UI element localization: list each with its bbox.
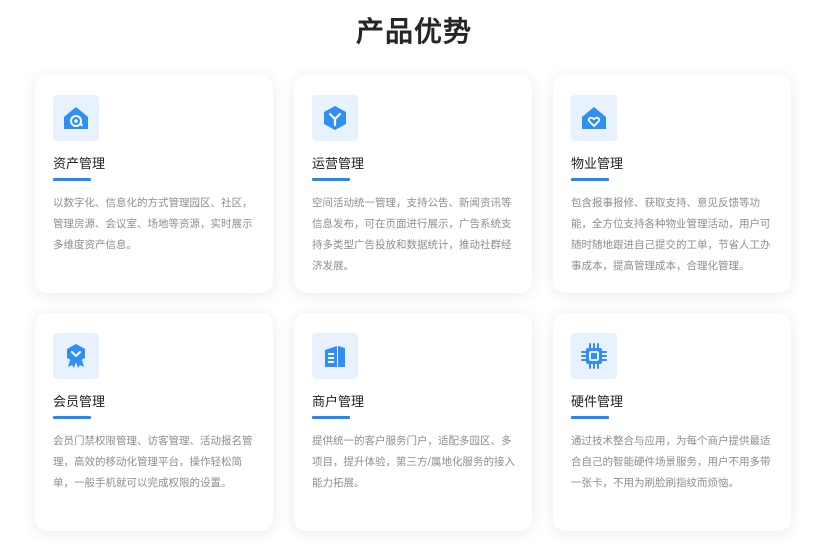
card-description: 会员门禁权限管理、访客管理、活动报名管理，高效的移动化管理平台，操作轻松简单，一… [53, 435, 253, 489]
card-title: 硬件管理 [571, 395, 624, 410]
card-title: 运营管理 [312, 157, 365, 172]
card-merchant-management[interactable]: 商户管理 提供统一的客户服务门户，适配多园区、多项目，提升体验，第三方/属地化服… [294, 313, 532, 531]
card-hardware-management[interactable]: 硬件管理 通过技术整合与应用，为每个商户提供最适合自己的智能硬件场景服务，用户不… [553, 313, 791, 531]
card-title: 会员管理 [53, 395, 106, 410]
member-badge-icon [53, 333, 99, 379]
asset-home-icon [53, 95, 99, 141]
card-description: 通过技术整合与应用，为每个商户提供最适合自己的智能硬件场景服务，用户不用多带一张… [571, 435, 771, 489]
card-description: 以数字化、信息化的方式管理园区、社区，管理房源、会议室、场地等资源，实时展示多维… [53, 197, 253, 251]
card-member-management[interactable]: 会员管理 会员门禁权限管理、访客管理、活动报名管理，高效的移动化管理平台，操作轻… [35, 313, 273, 531]
card-operation-management[interactable]: 运营管理 空间活动统一管理，支持公告、新闻资讯等信息发布，可在页面进行展示，广告… [294, 75, 532, 293]
title-underline [571, 178, 609, 181]
card-description: 包含报事报修、获取支持、意见反馈等功能，全方位支持各种物业管理活动，用户可随时随… [571, 197, 771, 272]
page-title: 产品优势 [355, 15, 472, 48]
title-underline [571, 416, 609, 419]
title-underline [53, 178, 91, 181]
card-description: 空间活动统一管理，支持公告、新闻资讯等信息发布，可在页面进行展示，广告系统支持多… [312, 197, 512, 272]
card-description: 提供统一的客户服务门户，适配多园区、多项目，提升体验，第三方/属地化服务的接入能… [312, 435, 516, 489]
card-property-management[interactable]: 物业管理 包含报事报修、获取支持、意见反馈等功能，全方位支持各种物业管理活动，用… [553, 75, 791, 293]
card-title: 物业管理 [571, 157, 624, 172]
card-title: 资产管理 [53, 157, 106, 172]
title-underline [312, 178, 350, 181]
card-title: 商户管理 [312, 395, 365, 410]
title-underline [53, 416, 91, 419]
title-underline [312, 416, 350, 419]
merchant-building-icon [312, 333, 358, 379]
card-asset-management[interactable]: 资产管理 以数字化、信息化的方式管理园区、社区，管理房源、会议室、场地等资源，实… [35, 75, 273, 293]
property-heart-home-icon [571, 95, 617, 141]
hardware-chip-icon [571, 333, 617, 379]
operation-hexagon-icon [312, 95, 358, 141]
